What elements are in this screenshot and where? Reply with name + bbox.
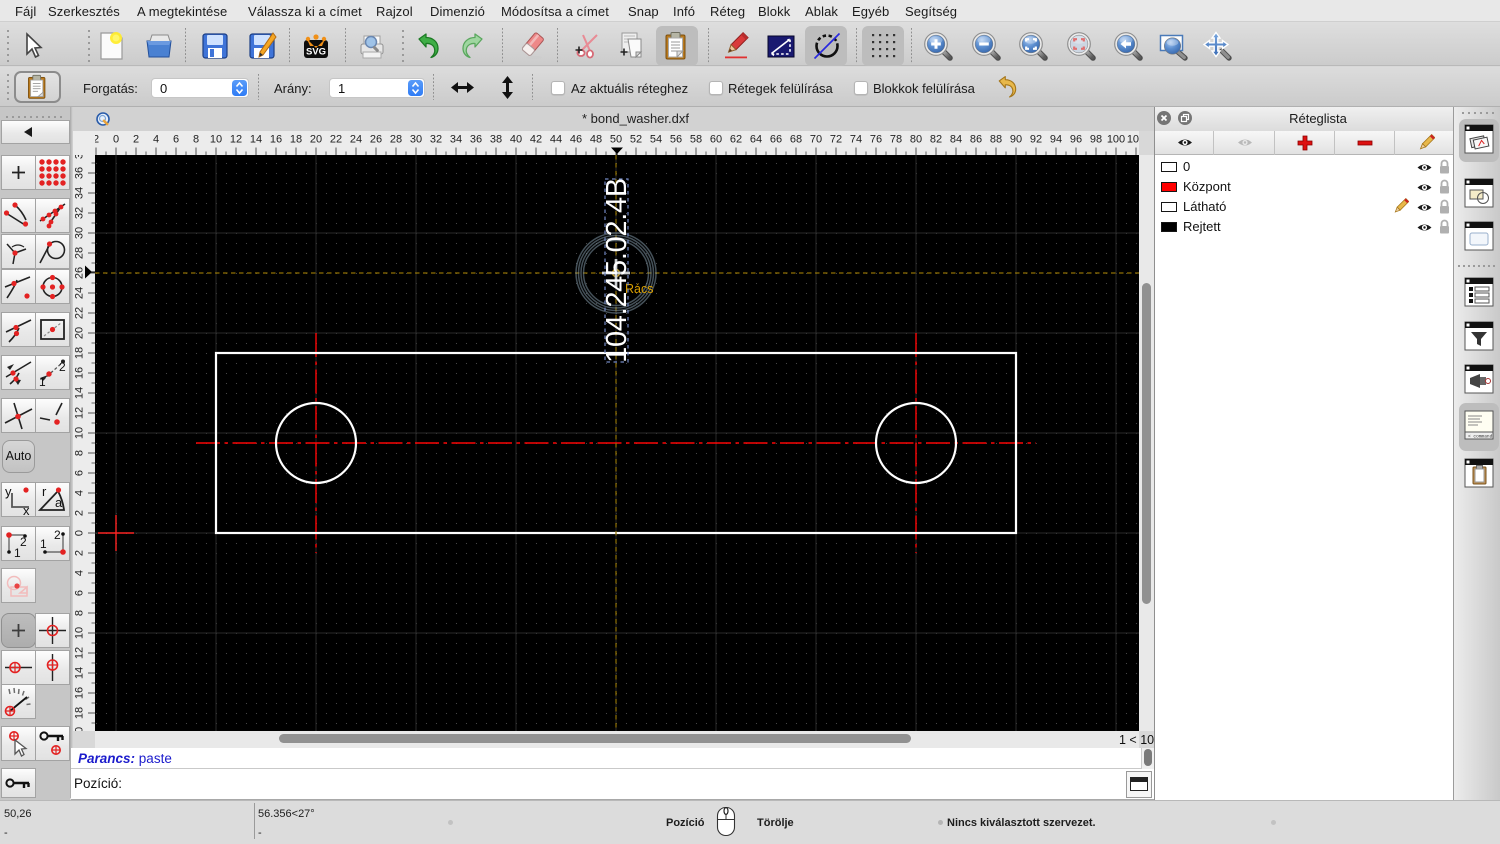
svg-text:0: 0 [73, 530, 85, 536]
svg-text:86: 86 [970, 134, 982, 146]
svg-text:56: 56 [670, 134, 682, 146]
svg-text:30: 30 [410, 134, 422, 146]
svg-text:84: 84 [950, 134, 962, 146]
svg-text:26: 26 [73, 267, 85, 279]
svg-text:64: 64 [750, 134, 762, 146]
svg-text:74: 74 [850, 134, 862, 146]
svg-text:90: 90 [1010, 134, 1022, 146]
svg-text:6: 6 [173, 134, 179, 146]
svg-text:2: 2 [95, 134, 99, 146]
svg-text:20: 20 [310, 134, 322, 146]
svg-text:36: 36 [470, 134, 482, 146]
svg-text:26: 26 [370, 134, 382, 146]
svg-text:28: 28 [73, 247, 85, 259]
svg-text:24: 24 [73, 287, 85, 299]
svg-text:10: 10 [210, 134, 222, 146]
svg-text:4: 4 [73, 570, 85, 576]
svg-text:38: 38 [490, 134, 502, 146]
svg-text:50: 50 [610, 134, 622, 146]
svg-text:16: 16 [73, 367, 85, 379]
svg-text:1: 1 [40, 537, 47, 551]
svg-text:28: 28 [390, 134, 402, 146]
svg-text:32: 32 [73, 207, 85, 219]
svg-text:6: 6 [73, 590, 85, 596]
svg-text:24: 24 [350, 134, 362, 146]
svg-text:2: 2 [73, 510, 85, 516]
svg-text:10: 10 [73, 627, 85, 639]
svg-text:10: 10 [73, 427, 85, 439]
svg-text:46: 46 [570, 134, 582, 146]
svg-text:12: 12 [230, 134, 242, 146]
svg-text:2: 2 [73, 550, 85, 556]
svg-text:62: 62 [730, 134, 742, 146]
svg-text:48: 48 [590, 134, 602, 146]
svg-text:34: 34 [450, 134, 462, 146]
svg-text:8: 8 [193, 134, 199, 146]
svg-text:52: 52 [630, 134, 642, 146]
svg-text:102: 102 [1127, 134, 1139, 146]
svg-text:22: 22 [73, 307, 85, 319]
svg-text:20: 20 [73, 327, 85, 339]
svg-text:34: 34 [73, 187, 85, 199]
svg-text:94: 94 [1050, 134, 1062, 146]
svg-text:x: x [23, 503, 30, 516]
svg-text:16: 16 [270, 134, 282, 146]
svg-text:92: 92 [1030, 134, 1042, 146]
svg-text:70: 70 [810, 134, 822, 146]
svg-text:60: 60 [710, 134, 722, 146]
svg-text:66: 66 [770, 134, 782, 146]
svg-text:14: 14 [250, 134, 262, 146]
svg-text:14: 14 [73, 387, 85, 399]
svg-text:100: 100 [1107, 134, 1125, 146]
svg-text:72: 72 [830, 134, 842, 146]
svg-text:54: 54 [650, 134, 662, 146]
svg-text:18: 18 [73, 347, 85, 359]
svg-text:22: 22 [330, 134, 342, 146]
svg-text:44: 44 [550, 134, 562, 146]
svg-text:38: 38 [73, 155, 85, 159]
svg-text:20: 20 [73, 727, 85, 731]
svg-text:80: 80 [910, 134, 922, 146]
svg-text:30: 30 [73, 227, 85, 239]
svg-text:18: 18 [73, 707, 85, 719]
svg-text:14: 14 [73, 667, 85, 679]
svg-text:36: 36 [73, 167, 85, 179]
svg-text:32: 32 [430, 134, 442, 146]
svg-text:98: 98 [1090, 134, 1102, 146]
svg-text:58: 58 [690, 134, 702, 146]
svg-text:4: 4 [153, 134, 159, 146]
svg-text:2: 2 [59, 360, 66, 374]
svg-text:6: 6 [73, 470, 85, 476]
svg-text:40: 40 [510, 134, 522, 146]
svg-text:2: 2 [133, 134, 139, 146]
svg-text:68: 68 [790, 134, 802, 146]
svg-text:18: 18 [290, 134, 302, 146]
svg-text:42: 42 [530, 134, 542, 146]
svg-text:1: 1 [39, 375, 46, 389]
svg-text:82: 82 [930, 134, 942, 146]
svg-text:12: 12 [73, 407, 85, 419]
svg-text:8: 8 [73, 450, 85, 456]
svg-text:2: 2 [20, 535, 27, 549]
svg-text:16: 16 [73, 687, 85, 699]
svg-text:8: 8 [73, 610, 85, 616]
svg-text:4: 4 [73, 490, 85, 496]
svg-text:88: 88 [990, 134, 1002, 146]
svg-text:2: 2 [54, 528, 61, 542]
svg-text:12: 12 [73, 647, 85, 659]
svg-text:0: 0 [113, 134, 119, 146]
svg-text:r: r [42, 484, 47, 499]
svg-text:SVG: SVG [306, 47, 326, 58]
svg-text:a: a [55, 495, 63, 510]
svg-text:76: 76 [870, 134, 882, 146]
svg-text:96: 96 [1070, 134, 1082, 146]
svg-text:78: 78 [890, 134, 902, 146]
svg-text:< command: < command [1468, 434, 1493, 440]
svg-text:y: y [5, 484, 12, 499]
